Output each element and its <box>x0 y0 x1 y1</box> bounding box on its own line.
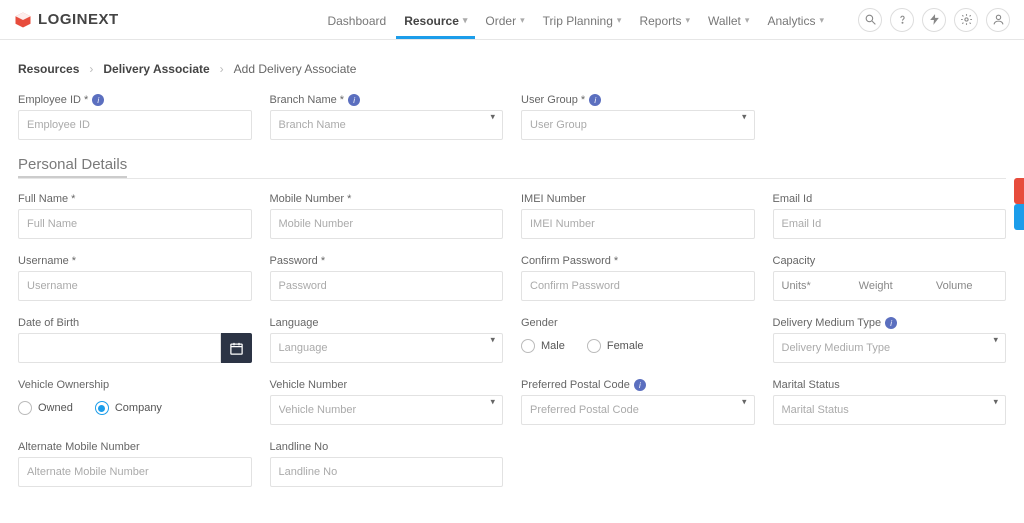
branch-select[interactable] <box>270 110 504 140</box>
alt-mobile-input[interactable] <box>18 457 252 487</box>
info-icon[interactable]: i <box>92 94 104 106</box>
bolt-icon[interactable] <box>922 8 946 32</box>
radio-female[interactable]: Female <box>587 339 644 353</box>
section-personal-details: Personal Details <box>18 156 1006 173</box>
crumb-current: Add Delivery Associate <box>234 62 357 76</box>
vehicle-number-select[interactable] <box>270 395 504 425</box>
field-branch: Branch Name *i ▾ <box>270 94 504 140</box>
chevron-down-icon: ▾ <box>745 15 750 26</box>
capacity-group[interactable]: Units* Weight Volume <box>773 271 1007 301</box>
main-nav: Dashboard Resource▾ Order▾ Trip Planning… <box>325 2 1010 38</box>
nav-wallet[interactable]: Wallet▾ <box>706 2 751 38</box>
help-icon[interactable] <box>890 8 914 32</box>
crumb-resources[interactable]: Resources <box>18 62 79 76</box>
topbar: LOGINEXT Dashboard Resource▾ Order▾ Trip… <box>0 0 1024 40</box>
imei-input[interactable] <box>521 209 755 239</box>
nav-dashboard[interactable]: Dashboard <box>325 2 388 38</box>
mobile-input[interactable] <box>270 209 504 239</box>
full-name-input[interactable] <box>18 209 252 239</box>
chevron-down-icon: ▾ <box>520 15 525 26</box>
postal-select[interactable] <box>521 395 755 425</box>
user-icon[interactable] <box>986 8 1010 32</box>
brand-logo: LOGINEXT <box>14 11 119 29</box>
chevron-down-icon: ▾ <box>463 15 468 26</box>
side-flag-blue[interactable] <box>1014 204 1024 230</box>
nav-order[interactable]: Order▾ <box>483 2 526 38</box>
info-icon[interactable]: i <box>634 379 646 391</box>
search-icon[interactable] <box>858 8 882 32</box>
calendar-icon <box>229 341 244 356</box>
form-page: Employee ID *i Branch Name *i ▾ User Gro… <box>0 94 1024 523</box>
chevron-down-icon: ▾ <box>819 15 824 26</box>
username-input[interactable] <box>18 271 252 301</box>
landline-input[interactable] <box>270 457 504 487</box>
dob-input[interactable] <box>18 333 221 363</box>
capacity-units[interactable]: Units* <box>774 280 851 292</box>
info-icon[interactable]: i <box>348 94 360 106</box>
email-input[interactable] <box>773 209 1007 239</box>
radio-owned[interactable]: Owned <box>18 401 73 415</box>
capacity-weight[interactable]: Weight <box>851 280 928 292</box>
nav-resource[interactable]: Resource▾ <box>402 2 469 38</box>
logo-icon <box>14 11 32 29</box>
password-input[interactable] <box>270 271 504 301</box>
radio-company[interactable]: Company <box>95 401 162 415</box>
chevron-down-icon: ▾ <box>685 15 690 26</box>
side-flag-red[interactable] <box>1014 178 1024 204</box>
language-select[interactable] <box>270 333 504 363</box>
chevron-right-icon: › <box>89 62 93 76</box>
radio-male[interactable]: Male <box>521 339 565 353</box>
toolbar-icons <box>858 8 1010 32</box>
confirm-password-input[interactable] <box>521 271 755 301</box>
nav-reports[interactable]: Reports▾ <box>637 2 692 38</box>
breadcrumb: Resources › Delivery Associate › Add Del… <box>0 40 1024 94</box>
crumb-delivery-associate[interactable]: Delivery Associate <box>103 62 209 76</box>
info-icon[interactable]: i <box>885 317 897 329</box>
side-flags <box>1014 178 1024 230</box>
marital-select[interactable] <box>773 395 1007 425</box>
delivery-medium-select[interactable] <box>773 333 1007 363</box>
gear-icon[interactable] <box>954 8 978 32</box>
nav-analytics[interactable]: Analytics▾ <box>765 2 826 38</box>
chevron-down-icon: ▾ <box>617 15 622 26</box>
field-employee-id: Employee ID *i <box>18 94 252 140</box>
user-group-select[interactable] <box>521 110 755 140</box>
chevron-right-icon: › <box>220 62 224 76</box>
nav-trip[interactable]: Trip Planning▾ <box>541 2 624 38</box>
divider <box>18 178 1006 179</box>
field-user-group: User Group *i ▾ <box>521 94 755 140</box>
brand-text: LOGINEXT <box>38 11 119 28</box>
capacity-volume[interactable]: Volume <box>928 280 1005 292</box>
calendar-button[interactable] <box>221 333 252 363</box>
employee-id-input[interactable] <box>18 110 252 140</box>
info-icon[interactable]: i <box>589 94 601 106</box>
